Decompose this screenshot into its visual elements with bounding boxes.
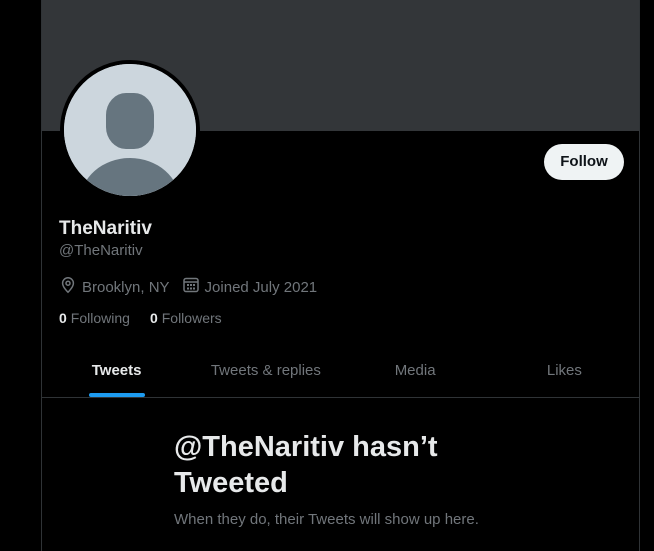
following-label: Following <box>70 310 130 326</box>
display-name: TheNaritiv <box>59 218 152 239</box>
followers-count: 0 <box>149 310 158 326</box>
followers-link[interactable]: 0 Followers <box>150 310 222 326</box>
tab-tweets-replies-label: Tweets & replies <box>210 362 321 379</box>
follow-stats: 0 Following 0 Followers <box>59 310 242 326</box>
following-link[interactable]: 0 Following <box>59 310 130 326</box>
tab-tweets-label: Tweets <box>91 362 142 379</box>
tab-likes[interactable]: Likes <box>490 344 639 397</box>
empty-state-subtitle: When they do, their Tweets will show up … <box>174 511 479 528</box>
user-handle: @TheNaritiv <box>59 242 143 259</box>
location-text: Brooklyn, NY <box>82 278 170 296</box>
profile-tabs: Tweets Tweets & replies Media Likes <box>42 344 639 398</box>
avatar[interactable] <box>60 60 200 200</box>
tab-media[interactable]: Media <box>341 344 490 397</box>
default-avatar-icon <box>64 64 196 196</box>
following-count: 0 <box>59 310 67 326</box>
follow-button[interactable]: Follow <box>544 144 624 180</box>
tab-media-label: Media <box>394 362 436 379</box>
empty-state-title: @TheNaritiv hasn’t Tweeted <box>174 431 438 499</box>
calendar-icon <box>182 276 205 298</box>
profile-meta: Brooklyn, NY Joined July 2021 <box>59 277 329 297</box>
tab-tweets[interactable]: Tweets <box>42 344 191 397</box>
joined-item: Joined July 2021 <box>182 276 318 298</box>
profile-page: Follow TheNaritiv @TheNaritiv Brooklyn, … <box>0 0 654 551</box>
tab-tweets-replies[interactable]: Tweets & replies <box>191 344 340 397</box>
active-tab-indicator <box>88 393 145 397</box>
joined-text: Joined July 2021 <box>204 278 318 296</box>
tab-likes-label: Likes <box>546 362 582 379</box>
location-pin-icon <box>59 276 82 298</box>
location-item: Brooklyn, NY <box>59 276 170 298</box>
profile-column: Follow TheNaritiv @TheNaritiv Brooklyn, … <box>41 0 640 551</box>
followers-label: Followers <box>161 310 222 326</box>
